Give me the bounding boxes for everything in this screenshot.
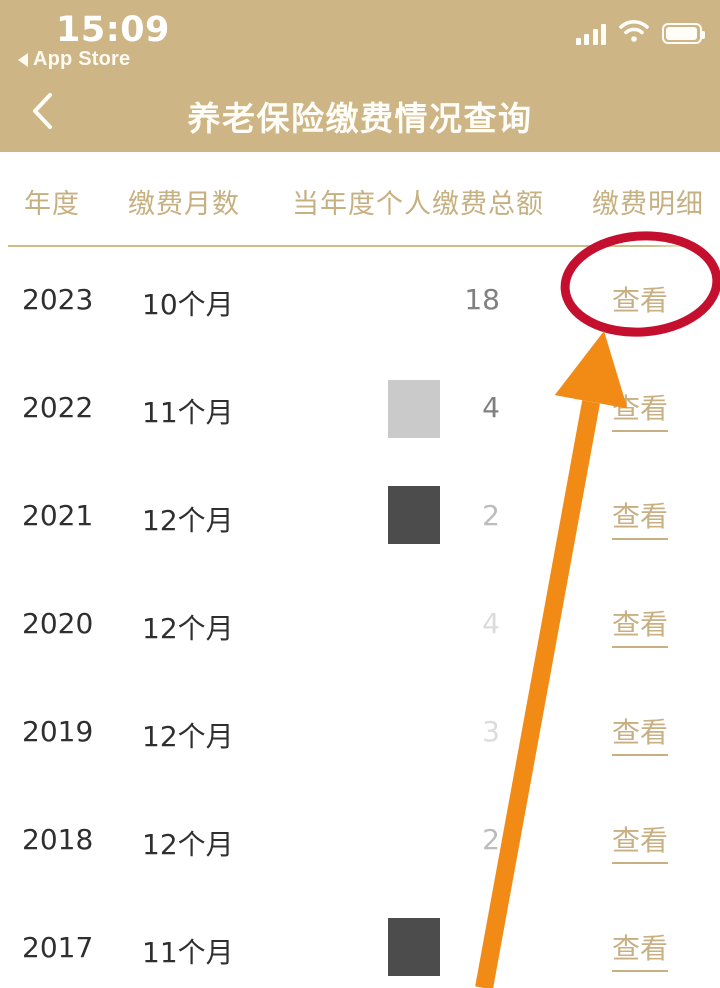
table-row: 2021 12个月 2 查看	[0, 463, 720, 571]
page-title: 养老保险缴费情况查询	[187, 99, 533, 138]
status-bar: 15:09 App Store	[0, 0, 720, 82]
cell-total-amount: 3	[300, 715, 500, 748]
app-header: 15:09 App Store 养老保险缴费情况查询	[0, 0, 720, 152]
table-row: 2017 11个月 0 查看	[0, 895, 720, 988]
table-row: 2020 12个月 4 查看	[0, 571, 720, 679]
column-header-detail: 缴费明细	[592, 189, 704, 220]
table-header-row: 年度 缴费月数 当年度个人缴费总额 缴费明细	[0, 152, 720, 246]
cell-payment-months: 12个月	[142, 612, 234, 645]
mobile-app-screen: 15:09 App Store 养老保险缴费情况查询 年度 缴费月数 当年度个人…	[0, 0, 720, 988]
status-bar-indicators	[575, 20, 705, 47]
view-detail-link[interactable]: 查看	[612, 279, 668, 324]
view-detail-link[interactable]: 查看	[612, 495, 669, 540]
cell-payment-months: 12个月	[142, 504, 234, 537]
view-detail-link[interactable]: 查看	[612, 387, 669, 432]
table-row: 2022 11个月 4 查看	[0, 355, 720, 463]
view-detail-link[interactable]: 查看	[612, 927, 669, 972]
total-amount-value: 4	[482, 607, 500, 640]
cell-year: 2019	[22, 715, 94, 748]
redaction-block	[388, 486, 440, 544]
return-to-app-store-label: App Store	[33, 48, 131, 70]
redaction-block	[388, 380, 440, 438]
cell-payment-months: 12个月	[142, 720, 234, 753]
cell-year: 2022	[22, 391, 94, 424]
table-row: 2018 12个月 2 查看	[0, 787, 720, 895]
view-detail-link[interactable]: 查看	[612, 603, 669, 648]
cell-payment-months: 10个月	[142, 288, 234, 321]
cell-year: 2017	[22, 931, 94, 964]
return-to-app-store-button[interactable]: App Store	[18, 48, 130, 71]
cell-payment-months: 12个月	[142, 828, 234, 861]
table-row: 2019 12个月 3 查看	[0, 679, 720, 787]
navigation-bar: 养老保险缴费情况查询	[0, 82, 720, 152]
cell-payment-months: 11个月	[142, 936, 234, 969]
status-bar-clock: 15:09	[56, 10, 170, 50]
cell-total-amount: 2	[300, 823, 500, 856]
column-header-total-amount: 当年度个人缴费总额	[292, 189, 544, 220]
cell-year: 2021	[22, 499, 94, 532]
total-amount-value: 3	[482, 715, 500, 748]
total-amount-value: 18	[464, 283, 500, 316]
cell-payment-months: 11个月	[142, 396, 234, 429]
redaction-block	[388, 918, 440, 976]
view-detail-link[interactable]: 查看	[612, 819, 669, 864]
view-detail-link[interactable]: 查看	[612, 711, 669, 756]
total-amount-value: 4	[482, 391, 500, 424]
column-header-months: 缴费月数	[128, 189, 240, 220]
total-amount-value: 2	[482, 823, 500, 856]
column-header-year: 年度	[24, 189, 80, 220]
cell-total-amount: 4	[300, 607, 500, 640]
table-row: 2023 10个月 18 查看	[0, 247, 720, 355]
back-triangle-icon	[18, 52, 28, 67]
wifi-icon	[619, 20, 649, 47]
cell-year: 2023	[22, 283, 94, 316]
cell-year: 2018	[22, 823, 94, 856]
cell-year: 2020	[22, 607, 94, 640]
payment-records-table: 2023 10个月 18 查看 2022 11个月 4 查看 2021 12个月 2 查看 2020 12…	[0, 247, 720, 988]
total-amount-value: 0	[482, 931, 500, 964]
cellular-signal-icon	[575, 23, 606, 45]
cell-total-amount: 18	[300, 283, 500, 316]
battery-icon	[662, 23, 705, 44]
total-amount-value: 2	[482, 499, 500, 532]
